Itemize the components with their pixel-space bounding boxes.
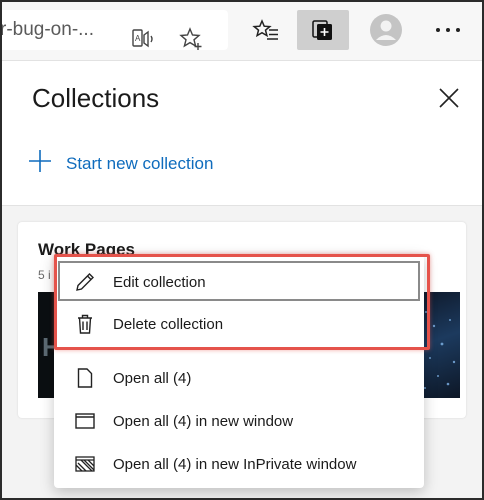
collections-panel-header: Collections Start new collection bbox=[2, 60, 482, 206]
menu-item-edit-collection[interactable]: Edit collection bbox=[54, 261, 424, 303]
menu-item-label: Open all (4) in new InPrivate window bbox=[113, 455, 357, 473]
svg-text:A: A bbox=[135, 34, 141, 43]
trash-icon bbox=[72, 311, 98, 337]
browser-toolbar: r-bug-on-... A bbox=[0, 0, 484, 60]
menu-item-label: Open all (4) in new window bbox=[113, 412, 294, 430]
more-icon[interactable] bbox=[428, 16, 468, 44]
menu-item-label: Open all (4) bbox=[113, 369, 192, 387]
menu-item-label: Delete collection bbox=[113, 315, 224, 333]
window-icon bbox=[72, 408, 98, 434]
url-text: r-bug-on-... bbox=[0, 19, 94, 40]
menu-item-delete-collection[interactable]: Delete collection bbox=[54, 303, 424, 345]
read-aloud-icon[interactable]: A bbox=[130, 26, 156, 52]
start-new-collection-label: Start new collection bbox=[66, 153, 214, 173]
inprivate-window-icon bbox=[72, 451, 98, 477]
close-icon[interactable] bbox=[434, 83, 464, 113]
profile-icon[interactable] bbox=[369, 13, 403, 47]
collection-item-count: 5 i bbox=[38, 268, 51, 282]
menu-item-open-all[interactable]: Open all (4) bbox=[54, 357, 424, 399]
collection-thumbnail[interactable] bbox=[420, 292, 460, 398]
menu-item-open-all-new-window[interactable]: Open all (4) in new window bbox=[54, 400, 424, 442]
favorite-star-icon[interactable] bbox=[178, 26, 204, 52]
collections-icon[interactable] bbox=[297, 10, 349, 50]
menu-item-open-all-inprivate[interactable]: Open all (4) in new InPrivate window bbox=[54, 443, 424, 485]
panel-title: Collections bbox=[32, 83, 160, 113]
pencil-icon bbox=[72, 269, 98, 295]
menu-item-label: Edit collection bbox=[113, 273, 206, 291]
plus-icon bbox=[28, 149, 52, 178]
address-bar[interactable]: r-bug-on-... A bbox=[0, 10, 228, 50]
favorites-icon[interactable] bbox=[252, 16, 280, 44]
collection-context-menu: Edit collection Delete collection Open a… bbox=[54, 254, 424, 488]
start-new-collection-button[interactable]: Start new collection bbox=[28, 149, 213, 178]
page-icon bbox=[72, 365, 98, 391]
